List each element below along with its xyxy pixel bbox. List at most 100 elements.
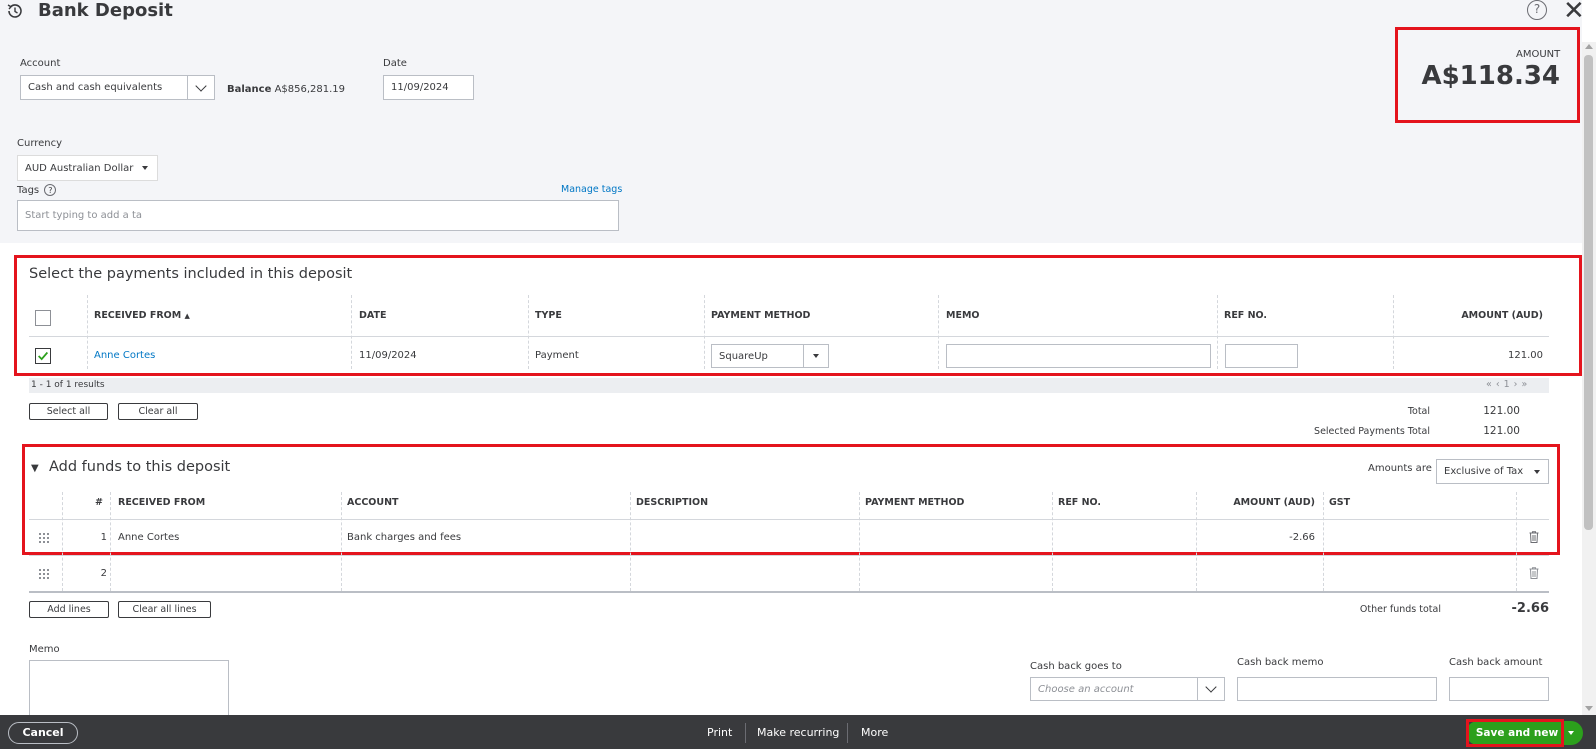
memo-textarea[interactable] — [29, 660, 229, 716]
pager[interactable]: «‹1›» — [1486, 379, 1531, 390]
table-row[interactable]: Anne Cortes 11/09/2024 Payment SquareUp … — [29, 337, 1549, 370]
col-gst: GST — [1329, 497, 1351, 508]
selected-total-value: 121.00 — [1483, 425, 1520, 437]
col-type: TYPE — [535, 310, 562, 321]
chevron-down-icon — [1205, 681, 1217, 693]
checkmark-icon — [38, 351, 49, 361]
total-value: 121.00 — [1483, 405, 1520, 417]
row-amount[interactable]: -2.66 — [1224, 532, 1315, 543]
scroll-down-icon[interactable] — [1585, 706, 1593, 711]
col-description: DESCRIPTION — [636, 497, 709, 508]
amounts-are-label: Amounts are — [1368, 463, 1432, 474]
sort-up-icon: ▲ — [184, 312, 190, 320]
footer-bar: Cancel Print Make recurring More Save an… — [0, 715, 1596, 749]
pager-last[interactable]: » — [1521, 379, 1531, 390]
col-account: ACCOUNT — [347, 497, 399, 508]
date-input[interactable]: 11/09/2024 — [383, 75, 474, 100]
col-amount: AMOUNT (AUD) — [1233, 497, 1315, 508]
col-received-from[interactable]: RECEIVED FROM ▲ — [94, 310, 190, 321]
line-number: 2 — [100, 568, 107, 579]
caret-down-icon — [1568, 731, 1574, 735]
cash-back-amount-label: Cash back amount — [1449, 657, 1543, 668]
page-title: Bank Deposit — [38, 0, 173, 21]
trash-icon[interactable] — [1529, 567, 1539, 579]
payment-method-select[interactable]: SquareUp — [711, 344, 804, 368]
col-amount: AMOUNT (AUD) — [1461, 310, 1543, 321]
col-received-from: RECEIVED FROM — [118, 497, 206, 508]
col-date: DATE — [359, 310, 387, 321]
col-ref-no: REF NO. — [1058, 497, 1102, 508]
currency-label: Currency — [17, 138, 63, 149]
trash-icon[interactable] — [1529, 531, 1539, 543]
cash-back-memo-label: Cash back memo — [1237, 657, 1324, 668]
payments-section-title: Select the payments included in this dep… — [29, 266, 353, 282]
col-num: # — [95, 497, 103, 508]
help-icon[interactable]: ? — [1527, 0, 1547, 20]
print-button[interactable]: Print — [707, 726, 732, 739]
tags-label: Tags ? — [17, 184, 57, 196]
other-funds-total-label: Other funds total — [1359, 604, 1441, 615]
total-label: Total — [1407, 406, 1430, 417]
caret-down-icon — [1534, 470, 1540, 474]
selected-total-label: Selected Payments Total — [1314, 426, 1430, 437]
results-text: 1 - 1 of 1 results — [31, 380, 105, 390]
save-options-dropdown[interactable] — [1568, 727, 1574, 738]
row-amount: 121.00 — [1508, 350, 1543, 361]
history-icon[interactable] — [5, 1, 25, 21]
pager-first[interactable]: « — [1486, 379, 1496, 390]
amounts-are-select[interactable]: Exclusive of Tax — [1436, 459, 1549, 484]
account-label: Account — [20, 58, 61, 69]
select-all-button[interactable]: Select all — [29, 403, 108, 420]
drag-handle-icon[interactable] — [39, 569, 49, 579]
line-number: 1 — [100, 532, 107, 543]
clear-all-button[interactable]: Clear all — [118, 403, 198, 420]
cash-back-dropdown-button[interactable] — [1197, 677, 1225, 701]
close-icon[interactable]: ✕ — [1563, 0, 1585, 24]
table-row[interactable]: 1 Anne Cortes Bank charges and fees -2.6… — [29, 520, 1549, 555]
balance-text: Balance A$856,281.19 — [227, 84, 346, 95]
caret-down-icon — [813, 354, 819, 358]
table-row[interactable]: 2 — [29, 556, 1549, 591]
cash-back-memo-input[interactable] — [1237, 677, 1437, 701]
drag-handle-icon[interactable] — [39, 533, 49, 543]
col-ref-no: REF NO. — [1224, 310, 1268, 321]
chevron-down-icon — [195, 79, 207, 92]
more-button[interactable]: More — [861, 726, 888, 739]
results-bar — [29, 378, 1549, 393]
save-highlight — [1466, 719, 1564, 747]
caret-down-icon — [142, 166, 148, 170]
scroll-up-icon[interactable] — [1585, 44, 1593, 49]
tags-input[interactable]: Start typing to add a ta — [17, 200, 619, 231]
funds-section-title: Add funds to this deposit — [49, 459, 231, 475]
currency-select[interactable]: AUD Australian Dollar — [17, 155, 158, 181]
payment-method-dropdown[interactable] — [803, 344, 829, 368]
pager-page[interactable]: 1 — [1504, 379, 1514, 390]
cash-back-account-select[interactable]: Choose an account — [1030, 677, 1198, 701]
collapse-toggle-icon[interactable]: ▼ — [31, 463, 39, 474]
row-received-from[interactable]: Anne Cortes — [118, 532, 179, 543]
received-from-link[interactable]: Anne Cortes — [94, 350, 155, 361]
other-funds-total-value: -2.66 — [1511, 601, 1549, 616]
row-checkbox[interactable] — [35, 348, 51, 364]
memo-input[interactable] — [946, 344, 1211, 368]
account-dropdown-button[interactable] — [187, 75, 215, 100]
row-type: Payment — [535, 350, 579, 361]
make-recurring-button[interactable]: Make recurring — [757, 726, 839, 739]
amount-label: AMOUNT — [1516, 49, 1561, 60]
row-date: 11/09/2024 — [359, 350, 417, 361]
ref-no-input[interactable] — [1225, 344, 1298, 368]
scrollbar-thumb[interactable] — [1584, 55, 1593, 530]
col-payment-method: PAYMENT METHOD — [865, 497, 965, 508]
manage-tags-link[interactable]: Manage tags — [561, 184, 622, 195]
cancel-button[interactable]: Cancel — [8, 722, 78, 744]
add-lines-button[interactable]: Add lines — [29, 601, 109, 618]
account-select[interactable]: Cash and cash equivalents — [20, 75, 188, 100]
cash-back-amount-input[interactable] — [1449, 677, 1549, 701]
memo-label: Memo — [29, 644, 60, 655]
help-icon[interactable]: ? — [44, 184, 57, 196]
cash-back-to-label: Cash back goes to — [1030, 661, 1122, 672]
select-all-checkbox[interactable] — [35, 310, 51, 326]
row-account[interactable]: Bank charges and fees — [347, 532, 461, 543]
clear-all-lines-button[interactable]: Clear all lines — [118, 601, 211, 618]
pager-prev[interactable]: ‹ — [1496, 379, 1504, 390]
